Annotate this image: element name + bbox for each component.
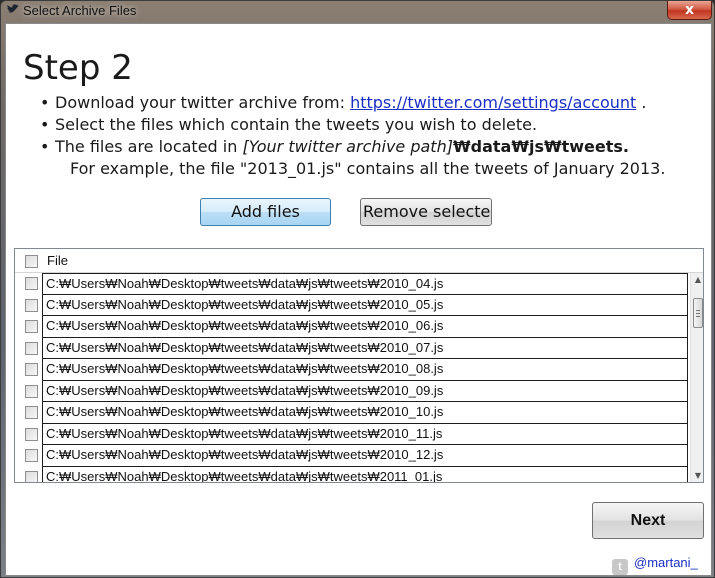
- scroll-down-icon[interactable]: ▼: [691, 469, 703, 482]
- instruction-select: • Select the files which contain the twee…: [40, 114, 665, 136]
- file-path: C:₩Users₩Noah₩Desktop₩tweets₩data₩js₩twe…: [42, 402, 688, 424]
- scroll-up-icon[interactable]: ▲: [691, 273, 703, 287]
- app-bird-icon: [5, 4, 21, 20]
- row-checkbox[interactable]: [25, 277, 38, 290]
- file-rows: C:₩Users₩Noah₩Desktop₩tweets₩data₩js₩twe…: [15, 273, 690, 482]
- instruction-download: • Download your twitter archive from: htt…: [40, 92, 665, 114]
- author-handle[interactable]: @martani_: [634, 555, 698, 570]
- table-row[interactable]: C:₩Users₩Noah₩Desktop₩tweets₩data₩js₩twe…: [15, 359, 690, 381]
- next-button[interactable]: Next: [592, 502, 704, 539]
- table-row[interactable]: C:₩Users₩Noah₩Desktop₩tweets₩data₩js₩twe…: [15, 466, 690, 482]
- instruction-download-suffix: .: [636, 93, 647, 112]
- row-checkbox[interactable]: [25, 449, 38, 462]
- file-path: C:₩Users₩Noah₩Desktop₩tweets₩data₩js₩twe…: [42, 337, 688, 359]
- grip-line: [696, 316, 700, 317]
- table-row[interactable]: C:₩Users₩Noah₩Desktop₩tweets₩data₩js₩twe…: [15, 380, 690, 402]
- close-icon: x: [684, 2, 695, 18]
- table-row[interactable]: C:₩Users₩Noah₩Desktop₩tweets₩data₩js₩twe…: [15, 294, 690, 316]
- grip-line: [696, 313, 700, 314]
- window-frame: Select Archive Files x Step 2 • Download …: [0, 0, 715, 578]
- twitter-bird-icon: t: [612, 559, 628, 575]
- instructions: • Download your twitter archive from: htt…: [40, 92, 665, 180]
- window-title: Select Archive Files: [23, 3, 137, 18]
- file-path: C:₩Users₩Noah₩Desktop₩tweets₩data₩js₩twe…: [42, 294, 688, 316]
- instruction-download-text: Download your twitter archive from:: [55, 93, 351, 112]
- settings-account-link[interactable]: https://twitter.com/settings/account: [350, 93, 636, 112]
- table-row[interactable]: C:₩Users₩Noah₩Desktop₩tweets₩data₩js₩twe…: [15, 423, 690, 445]
- row-checkbox[interactable]: [25, 320, 38, 333]
- page-title: Step 2: [23, 48, 133, 88]
- file-path: C:₩Users₩Noah₩Desktop₩tweets₩data₩js₩twe…: [42, 445, 688, 467]
- table-row[interactable]: C:₩Users₩Noah₩Desktop₩tweets₩data₩js₩twe…: [15, 402, 690, 424]
- bullet-glyph: •: [40, 93, 50, 112]
- row-checkbox[interactable]: [25, 341, 38, 355]
- grip-line: [696, 310, 700, 311]
- file-path: C:₩Users₩Noah₩Desktop₩tweets₩data₩js₩twe…: [42, 423, 688, 445]
- instruction-select-text: Select the files which contain the tweet…: [55, 115, 538, 134]
- close-button[interactable]: x: [667, 1, 712, 20]
- remove-selected-button[interactable]: Remove selected: [360, 198, 492, 226]
- vertical-scrollbar[interactable]: ▲ ▼: [690, 273, 703, 482]
- select-all-checkbox[interactable]: [25, 255, 38, 268]
- file-path: C:₩Users₩Noah₩Desktop₩tweets₩data₩js₩twe…: [42, 316, 688, 338]
- instruction-example: For example, the file "2013_01.js" conta…: [70, 159, 666, 178]
- instruction-location: • The files are located in [Your twitter …: [40, 136, 665, 158]
- row-checkbox[interactable]: [25, 406, 38, 419]
- row-checkbox[interactable]: [25, 427, 38, 441]
- file-path: C:₩Users₩Noah₩Desktop₩tweets₩data₩js₩twe…: [42, 359, 688, 381]
- row-checkbox[interactable]: [25, 470, 38, 482]
- file-list-header: File: [15, 249, 703, 273]
- file-path: C:₩Users₩Noah₩Desktop₩tweets₩data₩js₩twe…: [42, 380, 688, 402]
- file-path: C:₩Users₩Noah₩Desktop₩tweets₩data₩js₩twe…: [42, 466, 688, 482]
- table-row[interactable]: C:₩Users₩Noah₩Desktop₩tweets₩data₩js₩twe…: [15, 316, 690, 338]
- row-checkbox[interactable]: [25, 384, 38, 398]
- title-bar[interactable]: Select Archive Files x: [1, 1, 715, 23]
- scrollbar-thumb[interactable]: [693, 298, 703, 328]
- file-column-header[interactable]: File: [47, 253, 68, 268]
- file-path: C:₩Users₩Noah₩Desktop₩tweets₩data₩js₩twe…: [42, 273, 688, 295]
- instruction-location-text: The files are located in: [55, 137, 243, 156]
- row-checkbox[interactable]: [25, 363, 38, 376]
- tweets-subpath: ₩data₩js₩tweets.: [452, 137, 629, 156]
- bullet-glyph: •: [40, 115, 50, 134]
- archive-path-placeholder: [Your twitter archive path]: [242, 137, 453, 156]
- table-row[interactable]: C:₩Users₩Noah₩Desktop₩tweets₩data₩js₩twe…: [15, 445, 690, 467]
- add-files-button[interactable]: Add files: [200, 198, 331, 226]
- table-row[interactable]: C:₩Users₩Noah₩Desktop₩tweets₩data₩js₩twe…: [15, 273, 690, 295]
- file-list[interactable]: File C:₩Users₩Noah₩Desktop₩tweets₩data₩j…: [14, 248, 704, 483]
- author-credit[interactable]: t @martani_: [612, 555, 698, 575]
- row-checkbox[interactable]: [25, 298, 38, 312]
- dialog-body: Step 2 • Download your twitter archive fr…: [5, 23, 712, 576]
- table-row[interactable]: C:₩Users₩Noah₩Desktop₩tweets₩data₩js₩twe…: [15, 337, 690, 359]
- bullet-glyph: •: [40, 137, 50, 156]
